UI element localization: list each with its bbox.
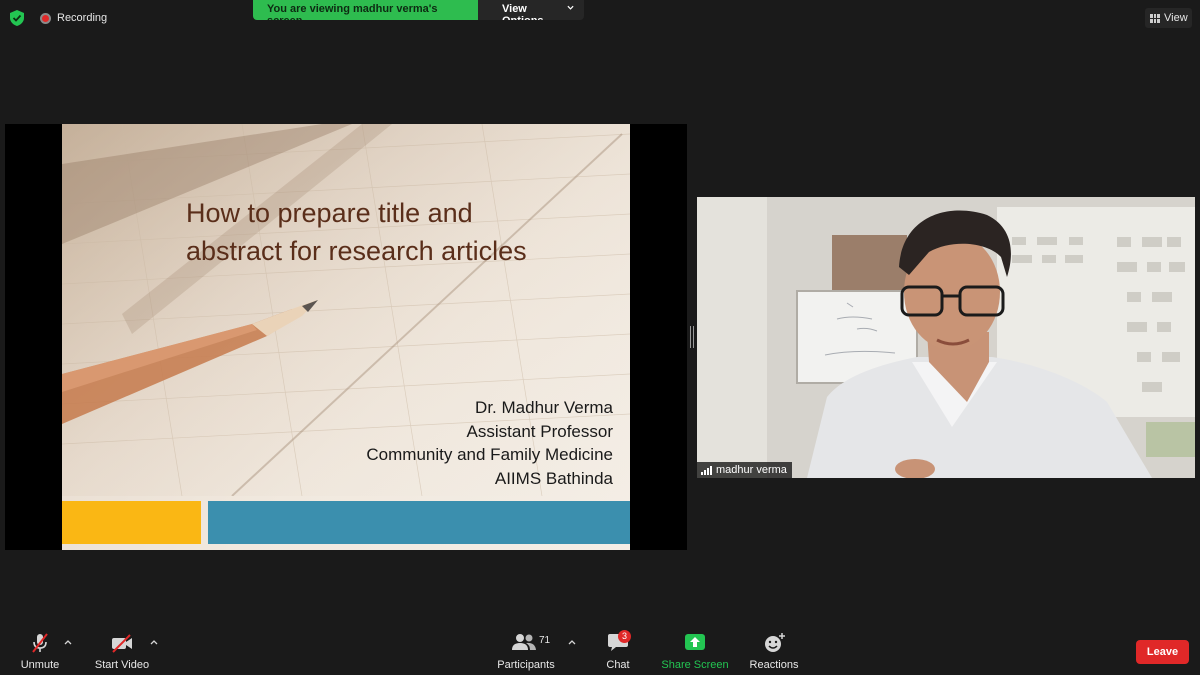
participants-options-caret-icon[interactable] bbox=[567, 638, 577, 648]
recording-indicator[interactable]: Recording bbox=[40, 12, 107, 24]
slide-author-designation: Assistant Professor bbox=[466, 421, 613, 441]
participants-button[interactable]: 71 Participants bbox=[496, 632, 556, 672]
leave-button[interactable]: Leave bbox=[1136, 640, 1189, 664]
security-shield-icon[interactable] bbox=[10, 10, 24, 26]
unmute-label: Unmute bbox=[20, 659, 60, 671]
view-options-button[interactable]: View Options bbox=[478, 0, 584, 20]
slide-author-department: Community and Family Medicine bbox=[366, 445, 613, 464]
presentation-slide: How to prepare title and abstract for re… bbox=[62, 124, 630, 550]
chevron-down-icon bbox=[567, 5, 574, 10]
start-video-button[interactable]: Start Video bbox=[92, 632, 152, 672]
slide-title-line-2: abstract for research articles bbox=[186, 236, 527, 266]
video-options-caret-icon[interactable] bbox=[149, 638, 159, 648]
participant-video-feed bbox=[697, 197, 1195, 478]
grid-view-icon bbox=[1150, 13, 1160, 23]
slide-title: How to prepare title and abstract for re… bbox=[186, 194, 527, 270]
slide-title-line-1: How to prepare title and bbox=[186, 198, 473, 228]
participants-count: 71 bbox=[539, 635, 551, 646]
audio-options-caret-icon[interactable] bbox=[63, 638, 73, 648]
chat-unread-badge: 3 bbox=[618, 630, 631, 643]
microphone-muted-icon bbox=[32, 633, 48, 653]
video-camera-off-icon bbox=[112, 634, 132, 653]
chat-label: Chat bbox=[606, 659, 630, 671]
slide-author-institution: AIIMS Bathinda bbox=[494, 468, 613, 488]
chat-button[interactable]: 3 Chat bbox=[598, 630, 638, 672]
viewing-screen-label: You are viewing madhur verma's screen bbox=[253, 0, 478, 20]
participants-icon bbox=[512, 634, 536, 650]
participant-name: madhur verma bbox=[716, 464, 787, 476]
view-layout-button[interactable]: View bbox=[1145, 8, 1192, 28]
slide-author-block: Dr. Madhur Verma Assistant Professor Com… bbox=[366, 396, 613, 490]
recording-label: Recording bbox=[57, 12, 108, 24]
slide-footer-bar-yellow bbox=[62, 501, 201, 544]
view-label: View bbox=[1164, 12, 1188, 24]
unmute-button[interactable]: Unmute bbox=[12, 632, 68, 672]
meeting-top-bar: Recording You are viewing madhur verma's… bbox=[0, 0, 1200, 36]
share-screen-arrow-icon bbox=[685, 634, 705, 650]
signal-bars-icon bbox=[701, 465, 712, 475]
recording-dot-icon bbox=[40, 12, 51, 24]
participants-label: Participants bbox=[497, 659, 555, 671]
share-screen-button[interactable]: Share Screen bbox=[660, 632, 730, 672]
slide-author-name: Dr. Madhur Verma bbox=[475, 398, 613, 417]
start-video-label: Start Video bbox=[94, 659, 150, 671]
share-banner: You are viewing madhur verma's screen Vi… bbox=[253, 0, 584, 20]
share-screen-label: Share Screen bbox=[661, 659, 729, 671]
participant-name-tag: madhur verma bbox=[697, 462, 792, 478]
reactions-label: Reactions bbox=[749, 659, 799, 671]
split-view-resize-handle[interactable] bbox=[690, 326, 694, 348]
emoji-reaction-icon bbox=[765, 633, 785, 652]
participant-video-tile[interactable]: madhur verma bbox=[697, 197, 1195, 478]
slide-footer-bar-blue bbox=[208, 501, 630, 544]
reactions-button[interactable]: Reactions bbox=[746, 632, 802, 672]
view-options-label: View Options bbox=[502, 3, 544, 20]
shared-screen: How to prepare title and abstract for re… bbox=[5, 124, 687, 550]
